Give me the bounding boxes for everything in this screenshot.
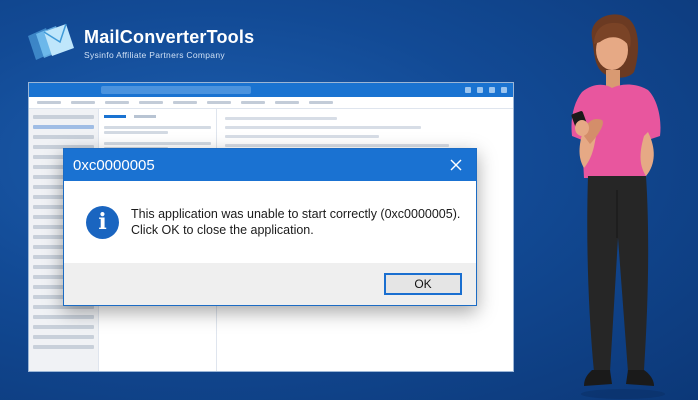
brand-name: MailConverterTools	[84, 26, 255, 47]
promo-stage: MailConverterTools Sysinfo Affiliate Par…	[0, 0, 698, 400]
dialog-footer: OK	[64, 263, 476, 305]
background-search-bar	[101, 86, 251, 94]
close-button[interactable]	[436, 149, 476, 181]
dialog-content: i This application was unable to start c…	[64, 181, 476, 263]
ok-button[interactable]: OK	[384, 273, 462, 295]
brand-logo: MailConverterTools Sysinfo Affiliate Par…	[24, 22, 254, 64]
woman-with-phone-illustration	[571, 14, 665, 399]
envelope-stack-icon	[24, 22, 76, 64]
message-line-2: Click OK to close the application.	[131, 223, 314, 237]
brand-tagline: Sysinfo Affiliate Partners Company	[84, 49, 225, 60]
message-line-1: This application was unable to start cor…	[131, 207, 461, 221]
dialog-titlebar: 0xc0000005	[64, 149, 476, 181]
close-icon	[450, 159, 462, 171]
error-message: This application was unable to start cor…	[131, 206, 460, 238]
info-icon: i	[86, 205, 119, 239]
dialog-title: 0xc0000005	[73, 156, 155, 174]
background-toolbar	[29, 97, 513, 109]
error-dialog: 0xc0000005 i This application was unable…	[63, 148, 477, 306]
